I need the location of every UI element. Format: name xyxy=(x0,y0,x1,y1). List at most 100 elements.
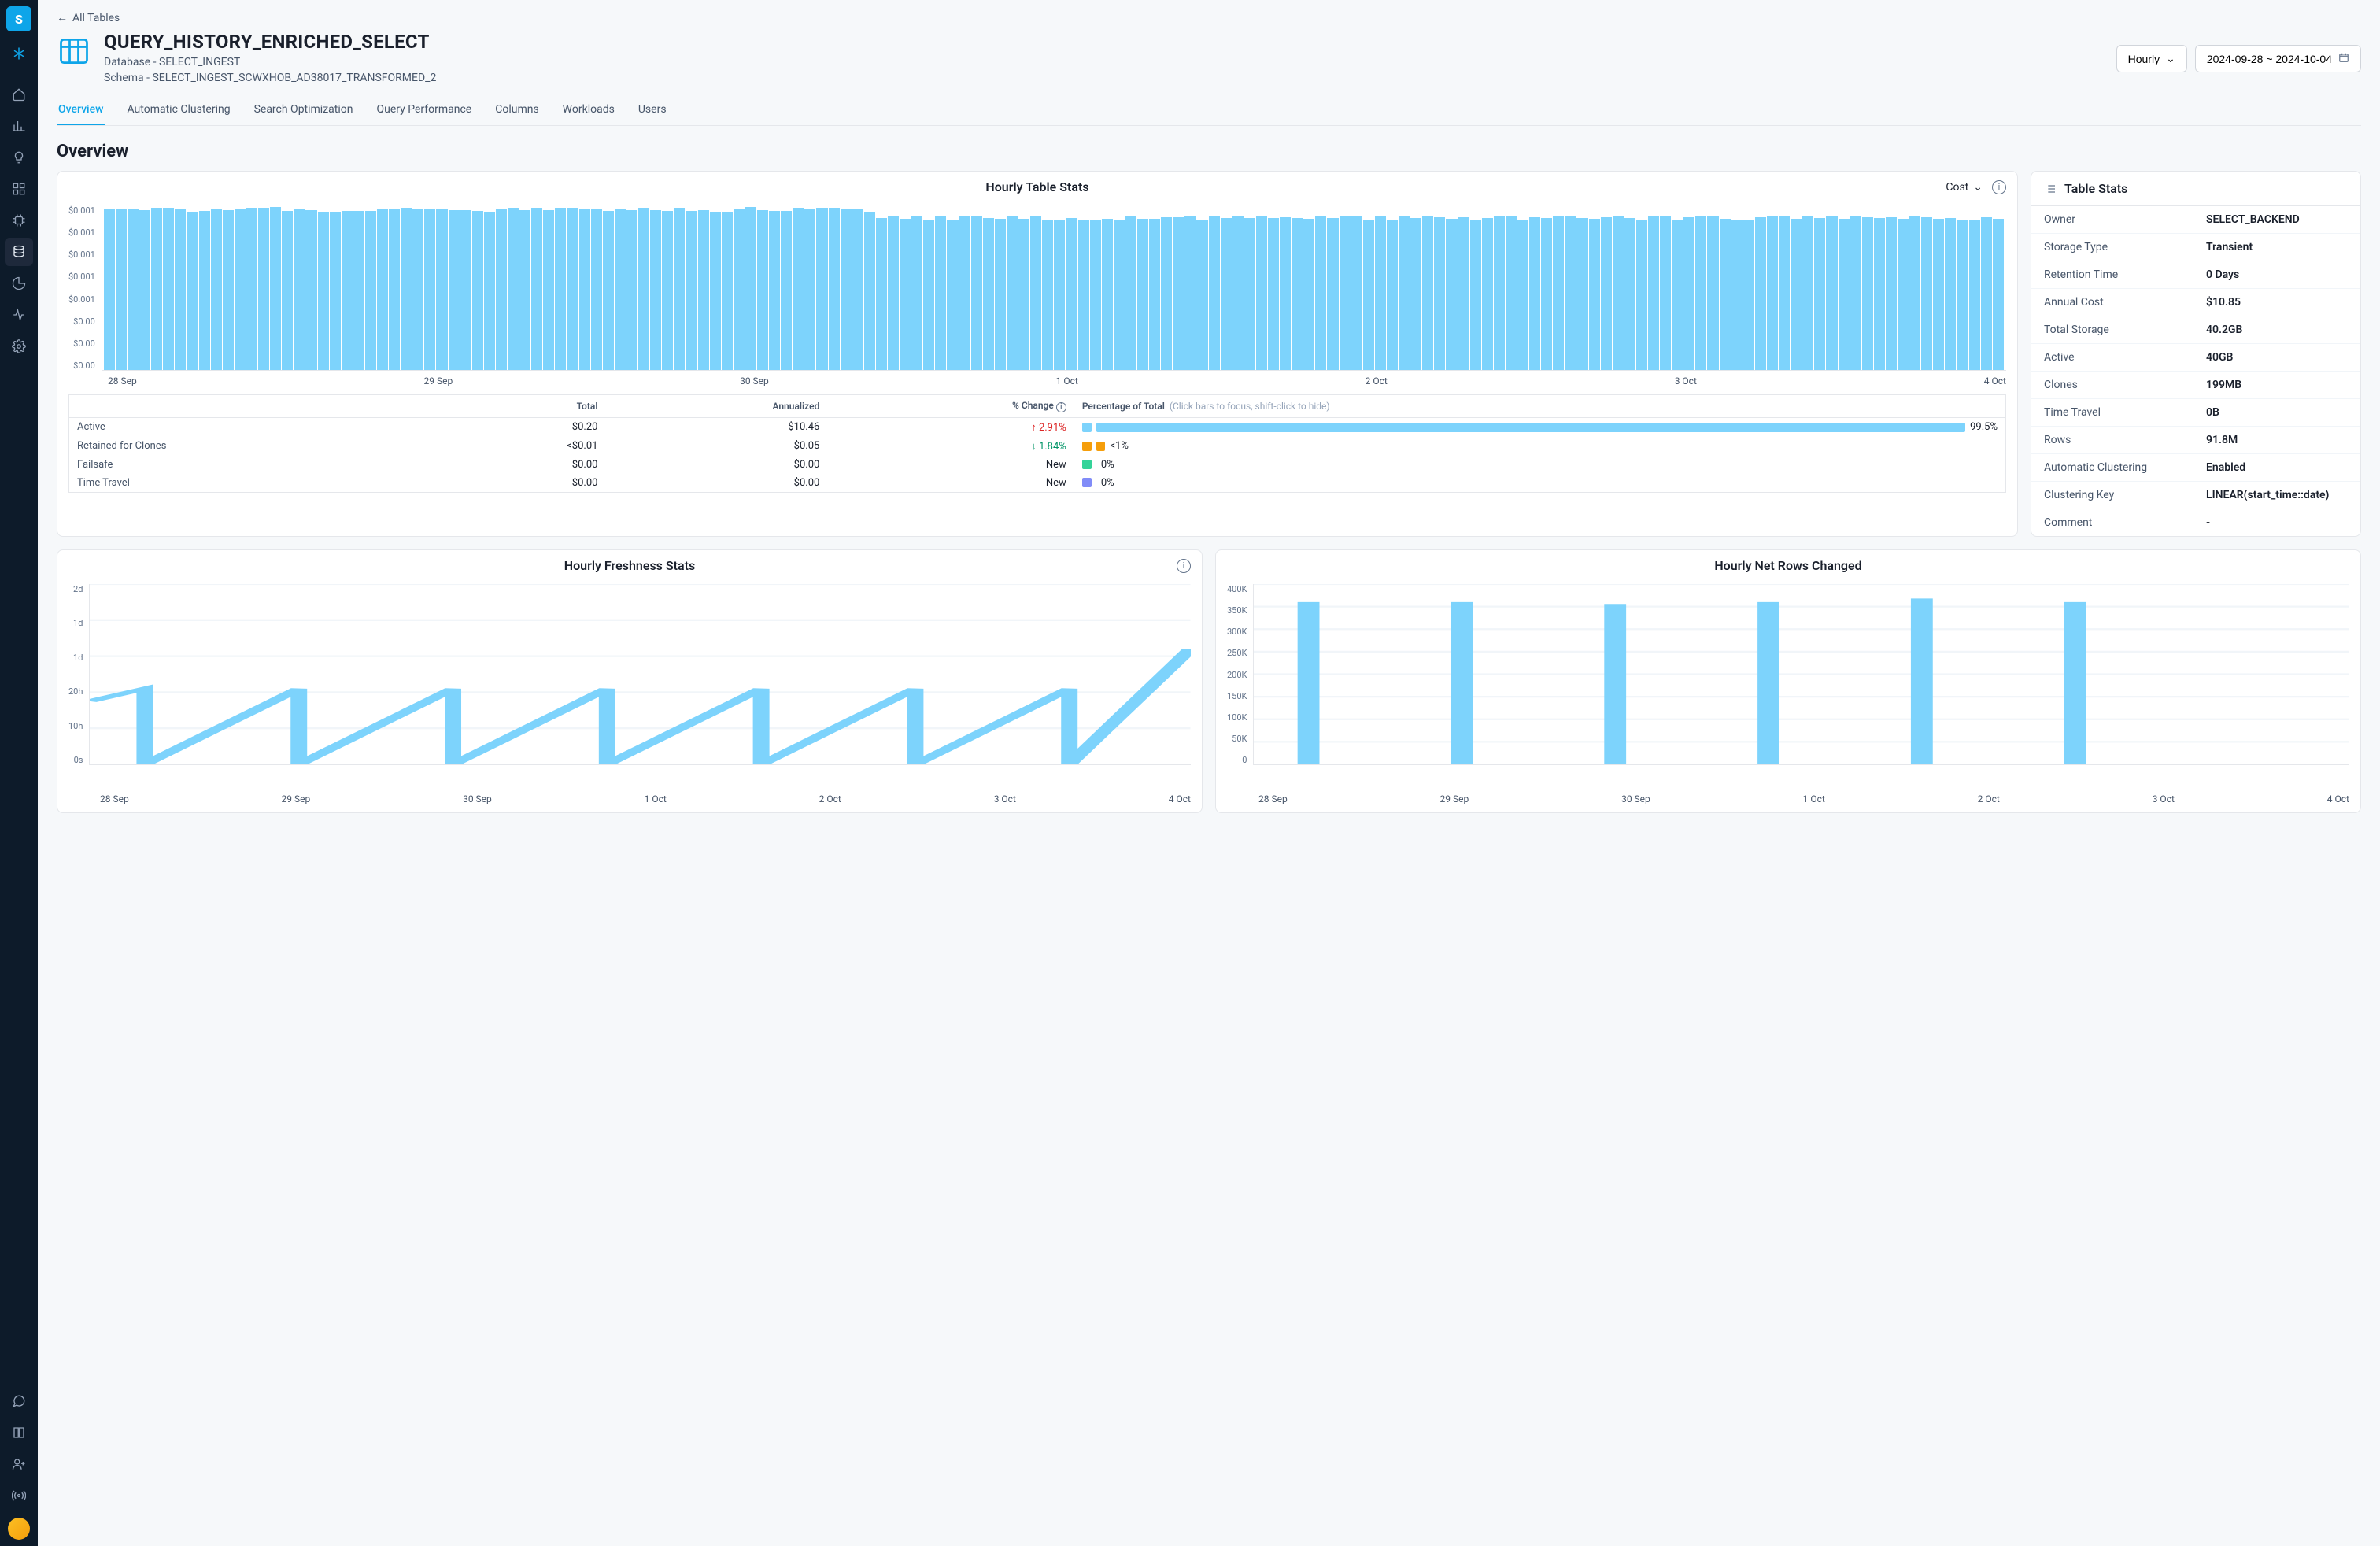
bar[interactable] xyxy=(1981,217,1992,370)
bar[interactable] xyxy=(1933,219,1944,370)
legend-row[interactable]: Failsafe$0.00$0.00New0% xyxy=(69,456,2006,474)
bar[interactable] xyxy=(1363,220,1374,370)
bar[interactable] xyxy=(864,212,875,370)
bar[interactable] xyxy=(104,209,115,370)
granularity-select[interactable]: Hourly ⌄ xyxy=(2116,45,2187,72)
bar[interactable] xyxy=(698,210,709,370)
bar[interactable] xyxy=(270,207,281,370)
bar[interactable] xyxy=(1624,218,1635,370)
bar[interactable] xyxy=(1114,220,1125,370)
bar[interactable] xyxy=(1945,218,1956,370)
bar[interactable] xyxy=(199,211,210,370)
bar[interactable] xyxy=(603,211,614,370)
bar[interactable] xyxy=(1078,220,1089,370)
bar[interactable] xyxy=(638,208,649,370)
bar[interactable] xyxy=(769,211,780,370)
tab-overview[interactable]: Overview xyxy=(57,95,105,125)
nav-chip-icon[interactable] xyxy=(5,206,33,235)
bar[interactable] xyxy=(1399,216,1410,370)
bar[interactable] xyxy=(1054,220,1065,370)
bar[interactable] xyxy=(1672,220,1683,370)
bar[interactable] xyxy=(947,220,958,370)
bar[interactable] xyxy=(686,211,697,370)
bar[interactable] xyxy=(1422,216,1433,370)
bar[interactable] xyxy=(1601,217,1612,370)
bar[interactable] xyxy=(211,209,222,370)
bar[interactable] xyxy=(1779,216,1790,370)
bar[interactable] xyxy=(793,208,804,370)
bar[interactable] xyxy=(710,212,721,370)
bar[interactable] xyxy=(781,211,792,370)
bar[interactable] xyxy=(258,208,269,370)
bar[interactable] xyxy=(662,211,673,370)
bar[interactable] xyxy=(412,209,423,370)
bar[interactable] xyxy=(1909,216,1920,370)
tab-workloads[interactable]: Workloads xyxy=(561,95,616,125)
nav-pie-icon[interactable] xyxy=(5,269,33,298)
bar[interactable] xyxy=(246,208,257,370)
bar[interactable] xyxy=(579,209,590,370)
bar[interactable] xyxy=(674,208,685,370)
bar[interactable] xyxy=(804,209,815,370)
tab-users[interactable]: Users xyxy=(637,95,668,125)
bar[interactable] xyxy=(816,208,827,370)
bar[interactable] xyxy=(163,208,174,370)
bar[interactable] xyxy=(1351,216,1362,370)
bar[interactable] xyxy=(1541,218,1552,370)
bar[interactable] xyxy=(1589,219,1600,370)
bar[interactable] xyxy=(829,208,840,370)
tab-columns[interactable]: Columns xyxy=(493,95,540,125)
spike-chart[interactable]: 400K350K300K250K200K150K100K50K0 xyxy=(1227,584,2349,789)
bar[interactable] xyxy=(935,216,946,370)
bar[interactable] xyxy=(1898,219,1909,370)
bar[interactable] xyxy=(911,216,922,370)
bar[interactable] xyxy=(1886,217,1897,370)
bar[interactable] xyxy=(555,208,566,370)
bar[interactable] xyxy=(841,209,852,370)
bar[interactable] xyxy=(484,212,495,370)
bar[interactable] xyxy=(1755,217,1766,370)
nav-book-icon[interactable] xyxy=(5,1418,33,1447)
bar[interactable] xyxy=(1327,218,1338,370)
bar[interactable] xyxy=(1137,219,1148,370)
bar[interactable] xyxy=(1802,216,1813,370)
date-range-picker[interactable]: 2024-09-28 ~ 2024-10-04 xyxy=(2195,45,2361,72)
tab-search-optimization[interactable]: Search Optimization xyxy=(253,95,355,125)
tab-automatic-clustering[interactable]: Automatic Clustering xyxy=(125,95,231,125)
bar[interactable] xyxy=(1434,217,1445,370)
nav-activity-icon[interactable] xyxy=(5,301,33,329)
bar[interactable] xyxy=(1125,216,1136,370)
info-icon[interactable]: i xyxy=(1992,180,2006,194)
bar[interactable] xyxy=(1506,216,1517,370)
legend-row[interactable]: Active$0.20$10.46↑ 2.91%99.5% xyxy=(69,417,2006,437)
bar[interactable] xyxy=(1969,220,1980,370)
back-link[interactable]: ← All Tables xyxy=(57,11,120,24)
bar[interactable] xyxy=(1648,216,1659,370)
bar[interactable] xyxy=(1315,216,1326,370)
bar[interactable] xyxy=(1102,219,1113,370)
bar[interactable] xyxy=(1636,220,1647,370)
bar[interactable] xyxy=(1553,216,1564,370)
bar[interactable] xyxy=(1957,220,1968,370)
bar[interactable] xyxy=(1826,216,1837,370)
bar[interactable] xyxy=(389,209,400,370)
bar[interactable] xyxy=(1446,219,1457,370)
bar[interactable] xyxy=(1613,216,1624,370)
bar[interactable] xyxy=(650,210,661,370)
bar[interactable] xyxy=(1375,216,1386,370)
bar[interactable] xyxy=(1791,219,1802,370)
nav-database-icon[interactable] xyxy=(5,238,33,266)
bar[interactable] xyxy=(1814,218,1825,370)
bar[interactable] xyxy=(318,212,329,370)
legend-row[interactable]: Retained for Clones<$0.01$0.05↓ 1.84%<1% xyxy=(69,437,2006,456)
bar[interactable] xyxy=(1862,217,1873,370)
bar[interactable] xyxy=(722,212,733,370)
bar[interactable] xyxy=(1921,217,1932,370)
bar[interactable] xyxy=(1720,219,1731,370)
bar[interactable] xyxy=(900,219,911,370)
bar[interactable] xyxy=(1244,218,1255,371)
bar[interactable] xyxy=(1030,216,1041,370)
bar[interactable] xyxy=(175,209,186,370)
bar[interactable] xyxy=(294,209,305,370)
bar[interactable] xyxy=(1743,220,1754,370)
